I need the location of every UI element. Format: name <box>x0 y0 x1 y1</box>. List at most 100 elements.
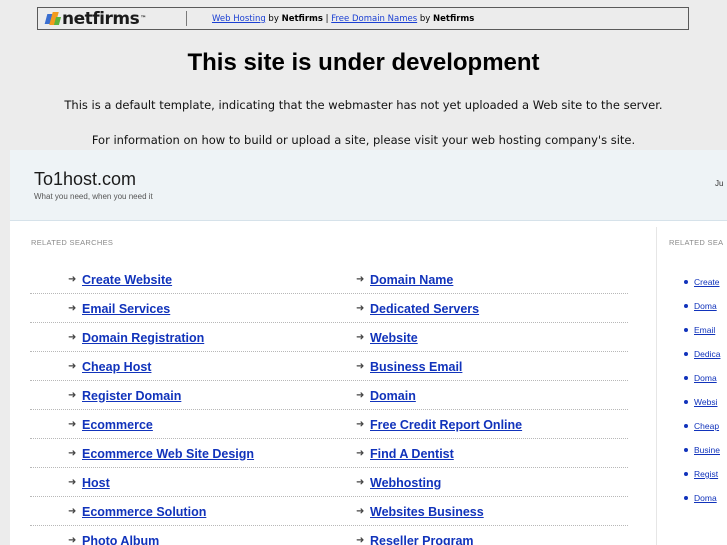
sidebar-link[interactable]: Websi <box>675 390 717 414</box>
related-link-left[interactable]: ➜ Photo Album <box>68 526 159 545</box>
related-link-left[interactable]: ➜ Register Domain <box>68 381 181 410</box>
related-link-text[interactable]: Domain Name <box>370 273 453 287</box>
related-link-text[interactable]: Host <box>82 476 110 490</box>
sidebar-link-text[interactable]: Doma <box>694 493 717 503</box>
web-hosting-link[interactable]: Web Hosting <box>212 14 266 24</box>
related-link-text[interactable]: Website <box>370 331 418 345</box>
sidebar-link[interactable]: Doma <box>675 486 717 510</box>
related-link-right[interactable]: ➜ Business Email <box>356 352 462 381</box>
related-link-text[interactable]: Business Email <box>370 360 462 374</box>
sidebar-link[interactable]: Doma <box>675 366 717 390</box>
sidebar-link[interactable]: Busine <box>675 438 720 462</box>
parked-domain-page: To1host.com What you need, when you need… <box>10 150 727 545</box>
netfirms-logo-icon <box>44 11 62 26</box>
related-link-left[interactable]: ➜ Email Services <box>68 294 170 323</box>
arrow-icon: ➜ <box>356 274 365 285</box>
sidebar-link-text[interactable]: Email <box>694 325 715 335</box>
related-link-left[interactable]: ➜ Ecommerce <box>68 410 153 439</box>
related-link-left[interactable]: ➜ Create Website <box>68 265 172 294</box>
arrow-icon: ➜ <box>356 361 365 372</box>
arrow-icon: ➜ <box>356 390 365 401</box>
arrow-icon: ➜ <box>68 390 77 401</box>
parked-tagline: What you need, when you need it <box>34 192 153 201</box>
bullet-icon <box>684 496 688 500</box>
sidebar-link-text[interactable]: Regist <box>694 469 718 479</box>
related-link-right[interactable]: ➜ Find A Dentist <box>356 439 454 468</box>
related-link-right[interactable]: ➜ Webhosting <box>356 468 441 497</box>
sidebar-link[interactable]: Doma <box>675 294 717 318</box>
bullet-icon <box>684 472 688 476</box>
netfirms-logo-text: netfirms <box>62 8 140 29</box>
bullet-icon <box>684 424 688 428</box>
related-link-text[interactable]: Free Credit Report Online <box>370 418 522 432</box>
arrow-icon: ➜ <box>68 332 77 343</box>
related-link-left[interactable]: ➜ Ecommerce Web Site Design <box>68 439 254 468</box>
related-link-text[interactable]: Photo Album <box>82 534 159 545</box>
sidebar-link[interactable]: Dedica <box>675 342 720 366</box>
related-link-right[interactable]: ➜ Domain <box>356 381 416 410</box>
banner-by-text-2: by <box>417 13 433 24</box>
sidebar-link-text[interactable]: Cheap <box>694 421 719 431</box>
bullet-icon <box>684 376 688 380</box>
bullet-icon <box>684 400 688 404</box>
sidebar-link-text[interactable]: Busine <box>694 445 720 455</box>
related-link-right[interactable]: ➜ Website <box>356 323 418 352</box>
link-row <box>30 468 628 497</box>
bullet-icon <box>684 280 688 284</box>
arrow-icon: ➜ <box>68 448 77 459</box>
notice-line-2: For information on how to build or uploa… <box>91 133 636 147</box>
bullet-icon <box>684 328 688 332</box>
related-link-left[interactable]: ➜ Domain Registration <box>68 323 204 352</box>
related-link-right[interactable]: ➜ Domain Name <box>356 265 453 294</box>
related-link-text[interactable]: Ecommerce <box>82 418 153 432</box>
arrow-icon: ➜ <box>68 535 77 545</box>
sidebar-link[interactable]: Create <box>675 270 720 294</box>
related-link-text[interactable]: Ecommerce Solution <box>82 505 206 519</box>
arrow-icon: ➜ <box>356 448 365 459</box>
related-link-right[interactable]: ➜ Free Credit Report Online <box>356 410 522 439</box>
related-link-text[interactable]: Dedicated Servers <box>370 302 479 316</box>
sidebar-link-text[interactable]: Doma <box>694 373 717 383</box>
banner-brand-1: Netfirms <box>281 13 323 24</box>
related-link-right[interactable]: ➜ Reseller Program <box>356 526 474 545</box>
arrow-icon: ➜ <box>356 419 365 430</box>
banner-divider <box>186 11 187 26</box>
free-domain-names-link[interactable]: Free Domain Names <box>331 14 417 24</box>
related-link-text[interactable]: Find A Dentist <box>370 447 454 461</box>
related-link-text[interactable]: Ecommerce Web Site Design <box>82 447 254 461</box>
related-link-right[interactable]: ➜ Websites Business <box>356 497 484 526</box>
sidebar-link-text[interactable]: Websi <box>694 397 717 407</box>
related-link-left[interactable]: ➜ Host <box>68 468 110 497</box>
related-link-text[interactable]: Register Domain <box>82 389 181 403</box>
related-link-text[interactable]: Email Services <box>82 302 170 316</box>
parked-domain-name[interactable]: To1host.com <box>34 169 136 190</box>
related-link-text[interactable]: Webhosting <box>370 476 441 490</box>
sidebar-link-text[interactable]: Doma <box>694 301 717 311</box>
sidebar-link[interactable]: Regist <box>675 462 718 486</box>
banner-brand-2: Netfirms <box>433 13 475 24</box>
arrow-icon: ➜ <box>356 303 365 314</box>
related-link-text[interactable]: Websites Business <box>370 505 484 519</box>
sidebar-link-text[interactable]: Create <box>694 277 720 287</box>
arrow-icon: ➜ <box>68 274 77 285</box>
related-link-left[interactable]: ➜ Ecommerce Solution <box>68 497 206 526</box>
arrow-icon: ➜ <box>68 419 77 430</box>
related-link-left[interactable]: ➜ Cheap Host <box>68 352 151 381</box>
related-searches-label-sidebar: RELATED SEA <box>669 238 724 247</box>
related-link-right[interactable]: ➜ Dedicated Servers <box>356 294 479 323</box>
related-link-text[interactable]: Domain <box>370 389 416 403</box>
arrow-icon: ➜ <box>356 535 365 545</box>
sidebar-link-text[interactable]: Dedica <box>694 349 720 359</box>
related-link-text[interactable]: Create Website <box>82 273 172 287</box>
netfirms-logo[interactable]: netfirms ™ <box>38 8 168 29</box>
banner-separator: | <box>322 13 332 24</box>
related-link-text[interactable]: Cheap Host <box>82 360 151 374</box>
parked-header-right-text: Ju <box>715 179 724 188</box>
arrow-icon: ➜ <box>68 361 77 372</box>
sidebar-link[interactable]: Email <box>675 318 715 342</box>
parked-header: To1host.com What you need, when you need… <box>10 150 727 221</box>
notice-line-1: This is a default template, indicating t… <box>64 98 663 112</box>
related-link-text[interactable]: Domain Registration <box>82 331 204 345</box>
related-link-text[interactable]: Reseller Program <box>370 534 474 545</box>
sidebar-link[interactable]: Cheap <box>675 414 719 438</box>
